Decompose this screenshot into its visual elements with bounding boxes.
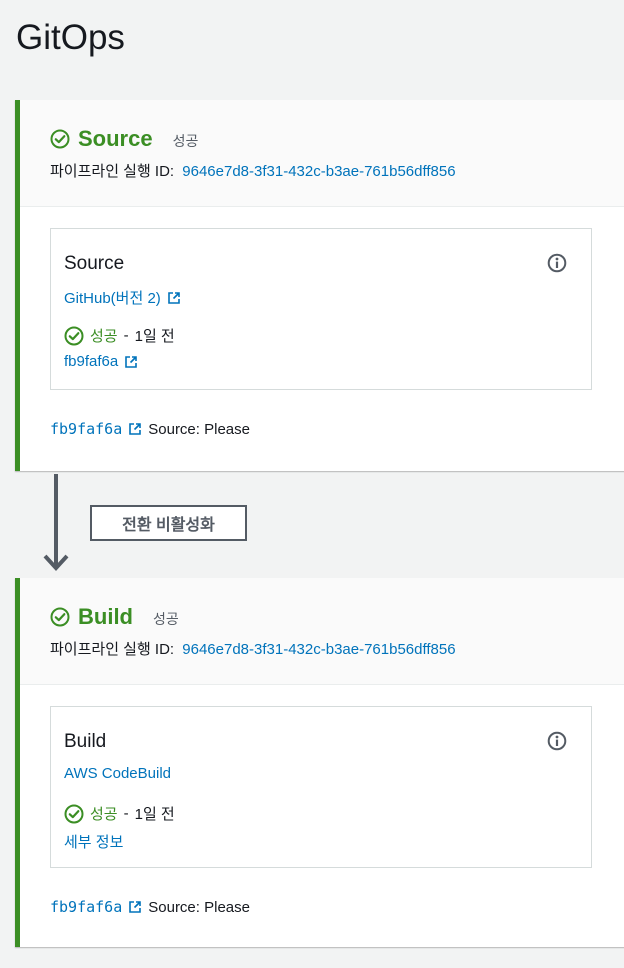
stage-header: Source 성공 파이프라인 실행 ID: 9646e7d8-3f31-432… xyxy=(20,100,624,207)
execution-label: 파이프라인 실행 ID: xyxy=(50,163,175,180)
stage-status: 성공 xyxy=(172,133,199,149)
action-status-text: 성공 xyxy=(90,328,118,345)
action-detail-link[interactable]: fb9faf6a xyxy=(64,353,138,370)
stage-status: 성공 xyxy=(153,611,179,627)
commit-id-link[interactable]: fb9faf6a xyxy=(50,898,122,916)
status-separator: - xyxy=(123,327,129,344)
execution-label: 파이프라인 실행 ID: xyxy=(50,641,175,658)
provider-link[interactable]: AWS CodeBuild xyxy=(64,765,171,782)
execution-id-row: 파이프라인 실행 ID: 9646e7d8-3f31-432c-b3ae-761… xyxy=(50,160,456,181)
external-link-icon xyxy=(129,901,142,913)
status-time: 1일 전 xyxy=(134,806,175,823)
check-circle-icon xyxy=(50,607,70,627)
disable-transition-button[interactable]: 전환 비활성화 xyxy=(90,505,247,541)
detail-link-label: fb9faf6a xyxy=(64,353,119,370)
commit-message: Source: Please xyxy=(148,898,250,916)
check-circle-icon xyxy=(64,804,84,823)
status-time: 1일 전 xyxy=(134,328,175,345)
stage-source: Source 성공 파이프라인 실행 ID: 9646e7d8-3f31-432… xyxy=(15,100,624,471)
status-separator: - xyxy=(123,805,129,822)
check-circle-icon xyxy=(50,129,70,149)
action-status-row: 성공 - 1일 전 xyxy=(64,803,175,824)
action-detail-link[interactable]: 세부 정보 xyxy=(64,831,123,852)
external-link-icon xyxy=(125,355,138,368)
commit-message: Source: Please xyxy=(148,420,250,438)
execution-id-link[interactable]: 9646e7d8-3f31-432c-b3ae-761b56dff856 xyxy=(182,641,455,658)
stage-title-row: Build 성공 xyxy=(50,604,179,630)
action-status-row: 성공 - 1일 전 xyxy=(64,325,175,346)
stage-name: Source xyxy=(78,126,153,151)
action-name: Build xyxy=(64,731,107,752)
provider-label: AWS CodeBuild xyxy=(64,765,171,782)
provider-link[interactable]: GitHub(버전 2) xyxy=(64,287,181,308)
stage-name: Build xyxy=(78,604,133,629)
commit-row: fb9faf6a Source: Please xyxy=(50,420,250,438)
arrow-down-icon xyxy=(43,474,69,571)
stage-title-row: Source 성공 xyxy=(50,126,198,152)
action-card-build: Build AWS CodeBuild 성공 - 1일 전 세부 정보 xyxy=(50,706,592,868)
provider-label: GitHub(버전 2) xyxy=(64,290,161,307)
execution-id-row: 파이프라인 실행 ID: 9646e7d8-3f31-432c-b3ae-761… xyxy=(50,638,456,659)
action-name: Source xyxy=(64,253,125,274)
info-icon[interactable] xyxy=(547,731,567,751)
execution-id-link[interactable]: 9646e7d8-3f31-432c-b3ae-761b56dff856 xyxy=(182,163,455,180)
action-card-source: Source GitHub(버전 2) 성공 - 1일 전 fb9faf6a xyxy=(50,228,592,390)
commit-id-link[interactable]: fb9faf6a xyxy=(50,420,122,438)
check-circle-icon xyxy=(64,326,84,345)
info-icon[interactable] xyxy=(547,253,567,273)
external-link-icon xyxy=(129,423,142,435)
stage-header: Build 성공 파이프라인 실행 ID: 9646e7d8-3f31-432c… xyxy=(20,578,624,685)
external-link-icon xyxy=(167,291,180,304)
commit-row: fb9faf6a Source: Please xyxy=(50,898,250,916)
action-status-text: 성공 xyxy=(90,806,118,823)
detail-link-label: 세부 정보 xyxy=(64,834,124,851)
stage-build: Build 성공 파이프라인 실행 ID: 9646e7d8-3f31-432c… xyxy=(15,578,624,947)
page-title: GitOps xyxy=(16,18,125,57)
